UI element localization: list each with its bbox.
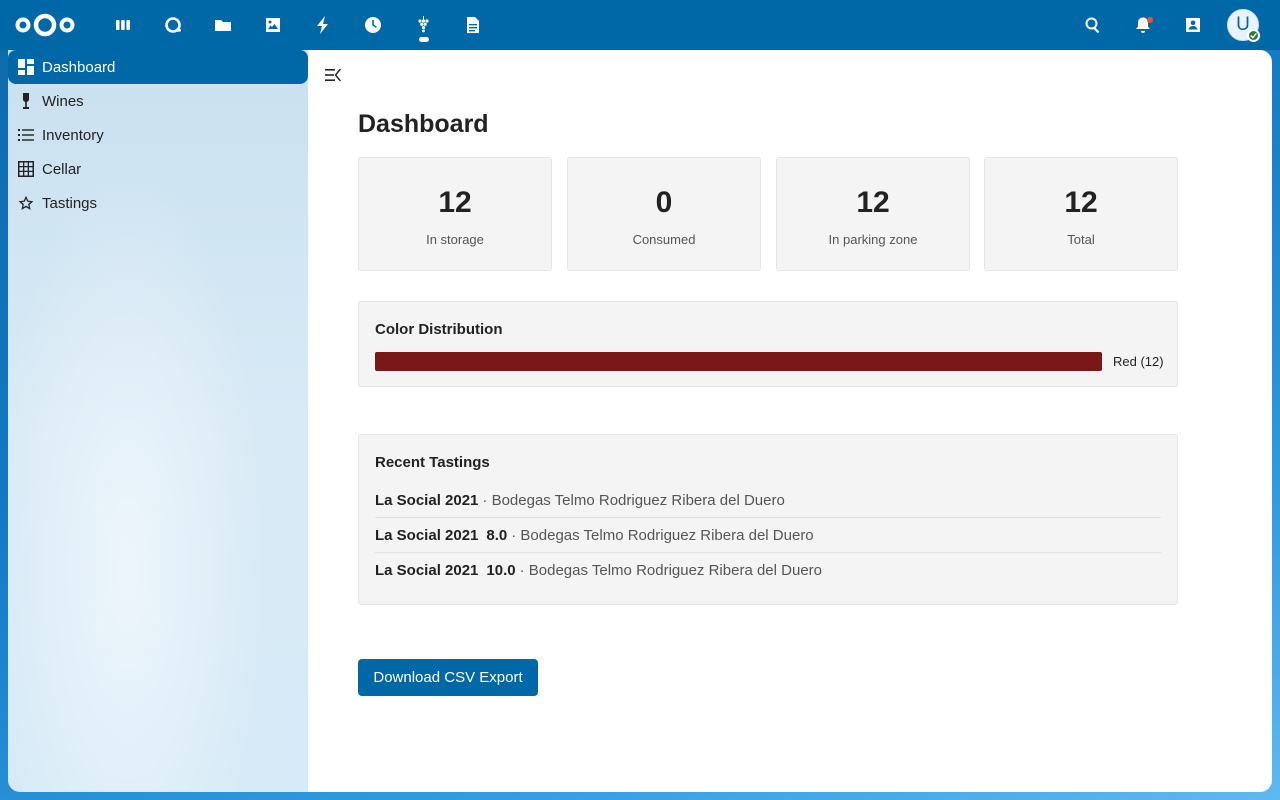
wine-glass-icon [22, 93, 30, 109]
tasting-row[interactable]: La Social 2021 8.0 · Bodegas Telmo Rodri… [375, 518, 1161, 553]
folder-icon[interactable] [208, 10, 238, 40]
stat-card-total: 12 Total [984, 157, 1178, 271]
stat-value: 12 [856, 186, 890, 219]
stat-label: In parking zone [828, 232, 918, 247]
dashboard-icon [18, 59, 34, 75]
tasting-row[interactable]: La Social 2021 · Bodegas Telmo Rodriguez… [375, 483, 1161, 518]
active-app-indicator [419, 37, 429, 42]
sidebar: Dashboard Wines Inventory Cellar Tasting… [8, 50, 308, 792]
tasting-wine-name: La Social 2021 [375, 526, 479, 544]
sidebar-item-dashboard[interactable]: Dashboard [8, 50, 308, 84]
panel-title: Color Distribution [375, 321, 503, 338]
grapes-icon[interactable] [408, 10, 438, 40]
star-icon [18, 195, 34, 210]
sidebar-item-wines[interactable]: Wines [8, 84, 308, 118]
sidebar-item-tastings[interactable]: Tastings [8, 186, 308, 220]
notification-unread-dot [1147, 17, 1153, 23]
stat-label: Total [1067, 232, 1095, 247]
online-status-icon [1247, 29, 1260, 42]
tasting-score: 8.0 [486, 526, 508, 544]
sidebar-item-label: Inventory [42, 126, 104, 144]
stat-label: In storage [426, 232, 484, 247]
sidebar-item-label: Tastings [42, 194, 98, 212]
sidebar-item-label: Cellar [42, 160, 82, 178]
tasting-score: 10.0 [486, 562, 516, 579]
stat-card-consumed: 0 Consumed [567, 157, 761, 271]
sidebar-item-label: Dashboard [42, 58, 116, 76]
panel-title: Recent Tastings [375, 454, 490, 471]
stat-label: Consumed [632, 232, 696, 247]
search-icon[interactable] [1078, 10, 1108, 40]
color-bar-label: Red (12) [1113, 354, 1164, 369]
sidebar-item-inventory[interactable]: Inventory [8, 118, 308, 152]
page-title: Dashboard [358, 110, 489, 138]
stat-value: 0 [655, 186, 673, 219]
contacts-icon[interactable] [1178, 10, 1208, 40]
recent-tastings-panel: Recent Tastings La Social 2021 · Bodegas… [358, 434, 1178, 605]
tasting-producer: · Bodegas Telmo Rodriguez Ribera del Due… [519, 562, 822, 579]
sidebar-item-cellar[interactable]: Cellar [8, 152, 308, 186]
color-bar-track [375, 352, 1102, 371]
image-icon[interactable] [258, 10, 288, 40]
document-icon[interactable] [458, 10, 488, 40]
color-bar-red [375, 352, 1102, 371]
circle-search-icon[interactable] [158, 10, 188, 40]
user-avatar[interactable]: U [1227, 9, 1260, 42]
grid-icon [18, 161, 34, 177]
tasting-wine-name: La Social 2021 [375, 491, 479, 509]
download-csv-export-button[interactable]: Download CSV Export [358, 659, 538, 696]
sidebar-item-label: Wines [42, 92, 84, 110]
tasting-producer: · Bodegas Telmo Rodriguez Ribera del Due… [511, 526, 814, 544]
menu-collapse-icon [325, 68, 341, 82]
stat-card-in-storage: 12 In storage [358, 157, 552, 271]
clock-icon[interactable] [358, 10, 388, 40]
stat-value: 12 [438, 186, 472, 219]
color-distribution-panel: Color Distribution Red (12) [358, 301, 1178, 387]
sidebar-collapse-toggle[interactable] [322, 64, 344, 86]
tasting-row[interactable]: La Social 2021 10.0 · Bodegas Telmo Rodr… [375, 553, 1161, 588]
tasting-wine-name: La Social 2021 [375, 562, 479, 579]
notifications-bell-icon[interactable] [1128, 10, 1158, 40]
top-bar: U [0, 0, 1280, 50]
stat-value: 12 [1064, 186, 1098, 219]
tasting-producer: · Bodegas Telmo Rodriguez Ribera del Due… [482, 491, 785, 509]
stat-card-parking-zone: 12 In parking zone [776, 157, 970, 271]
nextcloud-logo[interactable] [14, 12, 76, 38]
lightning-icon[interactable] [308, 10, 338, 40]
main-content: Dashboard 12 In storage 0 Consumed 12 In… [308, 50, 1272, 792]
list-icon [18, 129, 34, 141]
apps-grid-icon[interactable] [108, 10, 138, 40]
